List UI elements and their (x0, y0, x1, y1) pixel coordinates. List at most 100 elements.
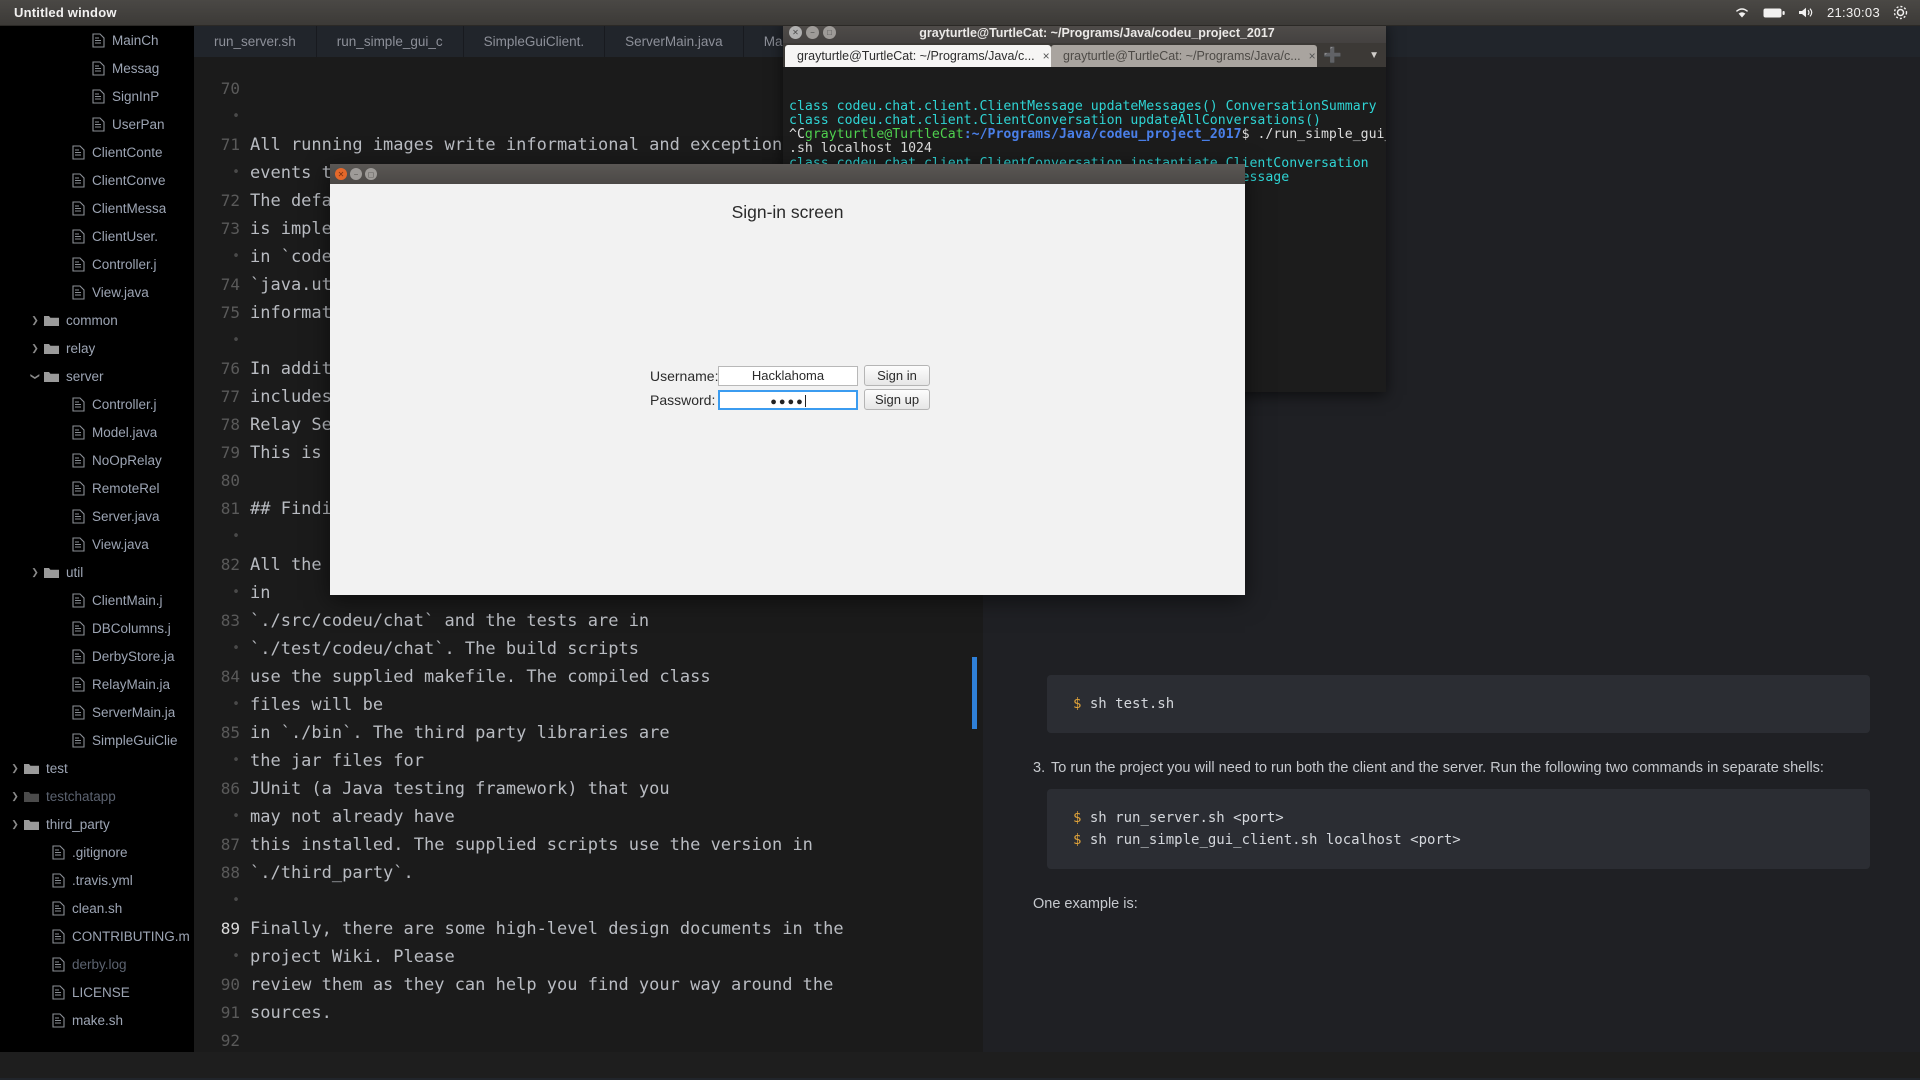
tree-item--gitignore[interactable]: .gitignore (0, 838, 194, 866)
tree-item-label: common (66, 313, 118, 328)
chevron-right-icon[interactable]: ❯ (28, 567, 42, 578)
tree-item-mainch[interactable]: MainCh (0, 26, 194, 54)
sign-in-button[interactable]: Sign in (864, 365, 930, 386)
tree-item-servermain-ja[interactable]: ServerMain.ja (0, 698, 194, 726)
tree-item-derby-log[interactable]: derby.log (0, 950, 194, 978)
os-top-bar: Untitled window 21:30:03 (0, 0, 1920, 26)
wrap-marker: • (194, 579, 250, 607)
close-icon[interactable]: ✕ (789, 26, 802, 39)
close-icon[interactable]: × (1309, 49, 1316, 63)
tree-item-signinp[interactable]: SignInP (0, 82, 194, 110)
tree-item-clientconte[interactable]: ClientConte (0, 138, 194, 166)
wrap-marker: • (194, 803, 250, 831)
sign-in-title-bar[interactable]: ✕ − ◻ (330, 164, 1245, 184)
chevron-down-icon[interactable]: ❯ (30, 369, 41, 383)
tree-item-model-java[interactable]: Model.java (0, 418, 194, 446)
code-line: may not already have (250, 803, 983, 831)
chevron-right-icon[interactable]: ❯ (8, 819, 22, 830)
tree-item-label: View.java (92, 537, 149, 552)
minimize-icon[interactable]: − (350, 168, 362, 180)
tree-item-simpleguiclie[interactable]: SimpleGuiClie (0, 726, 194, 754)
tree-item-third-party[interactable]: ❯ third_party (0, 810, 194, 838)
tree-item-contributing-md[interactable]: CONTRIBUTING.md (0, 922, 194, 950)
file-icon (72, 509, 92, 524)
tab-servermain-java[interactable]: ServerMain.java (605, 26, 744, 57)
wrap-marker: • (194, 943, 250, 971)
tree-item-nooprelay[interactable]: NoOpRelay (0, 446, 194, 474)
terminal-text: class codeu.chat.client.ClientConversati… (789, 113, 1321, 128)
gear-icon[interactable] (1893, 5, 1908, 20)
chevron-right-icon[interactable]: ❯ (28, 315, 42, 326)
tab-run-simple-gui-c[interactable]: run_simple_gui_c (317, 26, 464, 57)
tree-item--travis-yml[interactable]: .travis.yml (0, 866, 194, 894)
file-icon (72, 733, 92, 748)
chevron-right-icon[interactable]: ❯ (8, 791, 22, 802)
tree-item-clientmessa[interactable]: ClientMessa (0, 194, 194, 222)
maximize-icon[interactable]: ◻ (365, 168, 377, 180)
chevron-right-icon[interactable]: ❯ (28, 343, 42, 354)
username-input[interactable]: Hacklahoma (718, 366, 858, 386)
scroll-position-indicator[interactable] (972, 657, 977, 729)
tree-item-label: Server.java (92, 509, 160, 524)
minimize-icon[interactable]: − (806, 26, 819, 39)
terminal-tab-1[interactable]: grayturtle@TurtleCat: ~/Programs/Java/c.… (785, 45, 1051, 67)
close-icon[interactable]: × (1043, 49, 1050, 63)
tree-item-label: Messag (112, 61, 159, 76)
tab-label: run_server.sh (214, 34, 296, 49)
maximize-icon[interactable]: □ (823, 26, 836, 39)
tree-item-testchatapp[interactable]: ❯testchatapp (0, 782, 194, 810)
tree-item-make-sh[interactable]: make.sh (0, 1006, 194, 1034)
password-input[interactable]: ●●●● (718, 390, 858, 410)
file-icon (72, 481, 92, 496)
tree-item-remoterel[interactable]: RemoteRel (0, 474, 194, 502)
file-icon (92, 61, 112, 76)
tree-item-label: MainCh (112, 33, 159, 48)
battery-icon[interactable] (1763, 7, 1785, 19)
terminal-tab-2[interactable]: grayturtle@TurtleCat: ~/Programs/Java/c.… (1051, 45, 1317, 67)
sign-in-dialog[interactable]: ✕ − ◻ Sign-in screen Username: Hacklahom… (330, 164, 1245, 595)
tree-item-clean-sh[interactable]: clean.sh (0, 894, 194, 922)
line-number: 79 (194, 439, 250, 467)
tree-item-clientmain-j[interactable]: ClientMain.j (0, 586, 194, 614)
tree-item-label: ClientConte (92, 145, 163, 160)
project-tree-sidebar[interactable]: MainCh Messag SignInP UserPan ClientConte Cli… (0, 26, 194, 1052)
tree-item-controller-j[interactable]: Controller.j (0, 250, 194, 278)
tab-simpleguiclient-[interactable]: SimpleGuiClient. (464, 26, 606, 57)
tree-item-util[interactable]: ❯util (0, 558, 194, 586)
tree-item-server[interactable]: ❯server (0, 362, 194, 390)
line-number: 75 (194, 299, 250, 327)
sign-up-button[interactable]: Sign up (864, 389, 930, 410)
folder-icon (24, 818, 46, 831)
terminal-tab-bar[interactable]: grayturtle@TurtleCat: ~/Programs/Java/c.… (783, 43, 1386, 67)
wifi-icon[interactable] (1734, 6, 1750, 19)
password-label: Password: (650, 392, 718, 408)
line-number: 88 (194, 859, 250, 887)
volume-icon[interactable] (1798, 6, 1814, 19)
tree-item-derbystore-ja[interactable]: DerbyStore.ja (0, 642, 194, 670)
tree-item-view-java[interactable]: View.java (0, 278, 194, 306)
close-icon[interactable]: ✕ (335, 168, 347, 180)
tree-item-label: UserPan (112, 117, 165, 132)
tree-item-license[interactable]: LICENSE (0, 978, 194, 1006)
code-line: JUnit (a Java testing framework) that yo… (250, 775, 983, 803)
tree-item-test[interactable]: ❯test (0, 754, 194, 782)
tree-item-messag[interactable]: Messag (0, 54, 194, 82)
chevron-down-icon[interactable]: ▼ (1369, 50, 1384, 61)
tree-item-controller-j[interactable]: Controller.j (0, 390, 194, 418)
tree-item-dbcolumns-j[interactable]: DBColumns.j (0, 614, 194, 642)
preview-code-block: $ sh test.sh (1047, 675, 1870, 733)
code-line: project Wiki. Please (250, 943, 983, 971)
tree-item-common[interactable]: ❯ common (0, 306, 194, 334)
tree-item-server-java[interactable]: Server.java (0, 502, 194, 530)
tree-item-userpan[interactable]: UserPan (0, 110, 194, 138)
tree-item-clientconve[interactable]: ClientConve (0, 166, 194, 194)
tree-item-view-java[interactable]: View.java (0, 530, 194, 558)
chevron-right-icon[interactable]: ❯ (8, 763, 22, 774)
tab-run-server-sh[interactable]: run_server.sh (194, 26, 317, 57)
plus-icon[interactable]: ➕ (1323, 46, 1342, 64)
tree-item-relaymain-ja[interactable]: RelayMain.ja (0, 670, 194, 698)
tree-item-clientuser-[interactable]: ClientUser. (0, 222, 194, 250)
tree-item-label: third_party (46, 817, 110, 832)
file-icon (52, 873, 72, 888)
tree-item-relay[interactable]: ❯relay (0, 334, 194, 362)
